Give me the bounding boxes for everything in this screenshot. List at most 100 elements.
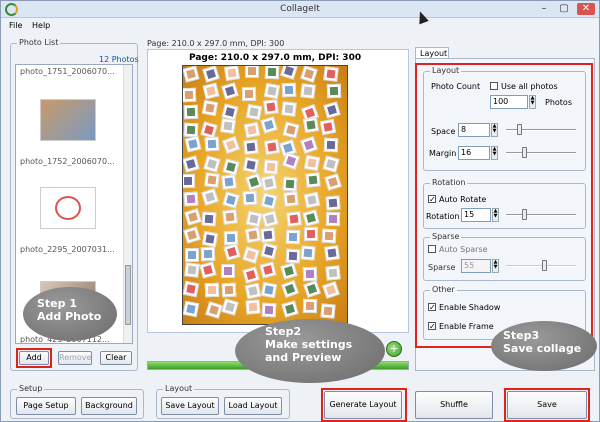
collage-photo-tile [282, 121, 300, 139]
photo-list-scrollbar[interactable] [123, 65, 132, 343]
collage-photo-tile [223, 242, 241, 261]
collage-preview[interactable] [182, 65, 348, 325]
collage-photo-tile [223, 66, 240, 82]
collage-photo-tile [281, 279, 300, 298]
collage-photo-tile [204, 172, 220, 188]
photo-list-title: Photo List [17, 38, 61, 47]
collage-photo-tile [221, 282, 236, 298]
collage-photo-tile [221, 263, 236, 278]
collage-photo-tile [201, 66, 220, 83]
collage-photo-tile [244, 173, 263, 191]
collage-photo-tile [183, 262, 200, 278]
collage-photo-tile [303, 298, 318, 313]
collage-photo-tile [183, 226, 201, 245]
collage-photo-tile [184, 208, 202, 227]
collage-photo-tile [221, 174, 237, 190]
collage-photo-tile [282, 176, 298, 192]
shuffle-button[interactable]: Shuffle [415, 391, 493, 419]
collage-photo-tile [299, 66, 318, 83]
collage-photo-tile [201, 100, 218, 117]
collage-photo-tile [305, 172, 321, 188]
callout-text: Step2 [265, 325, 302, 338]
collage-photo-tile [323, 138, 338, 153]
collage-photo-tile [260, 281, 277, 298]
remove-button[interactable]: Remove [58, 351, 92, 365]
maximize-button[interactable]: ▢ [557, 3, 571, 15]
minimize-button[interactable]: – [537, 3, 551, 15]
collage-photo-tile [321, 281, 340, 300]
photo-thumbnail[interactable] [40, 99, 96, 141]
collage-photo-tile [260, 242, 278, 260]
collage-photo-tile [261, 302, 277, 318]
collage-photo-tile [302, 209, 320, 227]
collage-photo-tile [325, 265, 342, 281]
collage-photo-tile [302, 117, 319, 134]
collage-photo-tile [201, 188, 219, 206]
collage-photo-tile [241, 246, 260, 264]
collage-photo-tile [244, 282, 261, 300]
window-title: CollageIt [280, 4, 320, 14]
collage-photo-tile [183, 300, 199, 318]
collage-photo-tile [281, 300, 299, 318]
collage-photo-tile [200, 246, 216, 262]
drawing-face-icon [55, 196, 81, 220]
page-info-text: Page: 210.0 x 297.0 mm, DPI: 300 [147, 39, 285, 48]
collage-photo-tile [322, 66, 339, 83]
save-layout-button[interactable]: Save Layout [161, 397, 219, 415]
collage-photo-tile [183, 174, 196, 189]
collage-photo-tile [285, 210, 302, 227]
generate-highlight [321, 388, 407, 422]
step1-callout: Step 1 Add Photo [23, 287, 117, 341]
settings-highlight [415, 63, 593, 348]
collage-photo-tile [183, 104, 198, 120]
collage-photo-tile [259, 261, 277, 279]
collage-photo-tile [242, 156, 260, 174]
collage-photo-tile [260, 227, 276, 243]
save-highlight [504, 388, 590, 422]
app-window: CollageIt – ▢ ✕ File Help Photo List 12 … [0, 0, 600, 422]
collage-photo-tile [205, 301, 223, 319]
callout-text: Step3 [503, 329, 540, 342]
collage-photo-tile [326, 83, 341, 99]
title-bar: CollageIt – ▢ ✕ [1, 1, 599, 18]
photo-thumbnail[interactable] [40, 187, 96, 229]
collage-photo-tile [221, 298, 239, 316]
collage-photo-tile [281, 101, 298, 118]
background-button[interactable]: Background [81, 397, 137, 415]
menu-help[interactable]: Help [32, 21, 50, 30]
collage-photo-tile [183, 66, 200, 83]
load-layout-button[interactable]: Load Layout [224, 397, 282, 415]
collage-photo-tile [300, 83, 317, 100]
list-item-label: photo_1751_2006070... [20, 67, 115, 76]
collage-photo-tile [280, 66, 298, 81]
collage-photo-tile [242, 190, 258, 206]
collage-photo-tile [184, 247, 199, 262]
collage-photo-tile [322, 100, 341, 119]
collage-photo-tile [201, 211, 217, 227]
collage-photo-tile [242, 265, 260, 284]
callout-text: Make settings [265, 338, 353, 351]
collage-photo-tile [325, 212, 341, 227]
collage-photo-tile [302, 266, 318, 282]
menu-bar: File Help [1, 19, 599, 33]
collage-photo-tile [203, 155, 221, 173]
collage-photo-tile [183, 154, 200, 173]
collage-photo-tile [245, 104, 262, 121]
collage-photo-tile [304, 191, 321, 209]
close-button[interactable]: ✕ [577, 3, 595, 15]
collage-photo-tile [325, 195, 341, 211]
collage-photo-tile [285, 229, 301, 244]
collage-photo-tile [245, 226, 262, 244]
menu-file[interactable]: File [9, 21, 22, 30]
collage-photo-tile [303, 280, 322, 298]
collage-photo-tile [260, 192, 278, 210]
collage-photo-tile [280, 262, 298, 280]
collage-photo-tile [324, 173, 343, 192]
scrollbar-thumb[interactable] [125, 265, 131, 325]
page-setup-button[interactable]: Page Setup [16, 397, 76, 415]
collage-photo-tile [300, 245, 316, 261]
collage-photo-tile [245, 210, 262, 228]
zoom-in-icon[interactable]: + [386, 341, 402, 357]
callout-text: Step 1 [37, 297, 77, 310]
clear-button[interactable]: Clear [100, 351, 132, 365]
